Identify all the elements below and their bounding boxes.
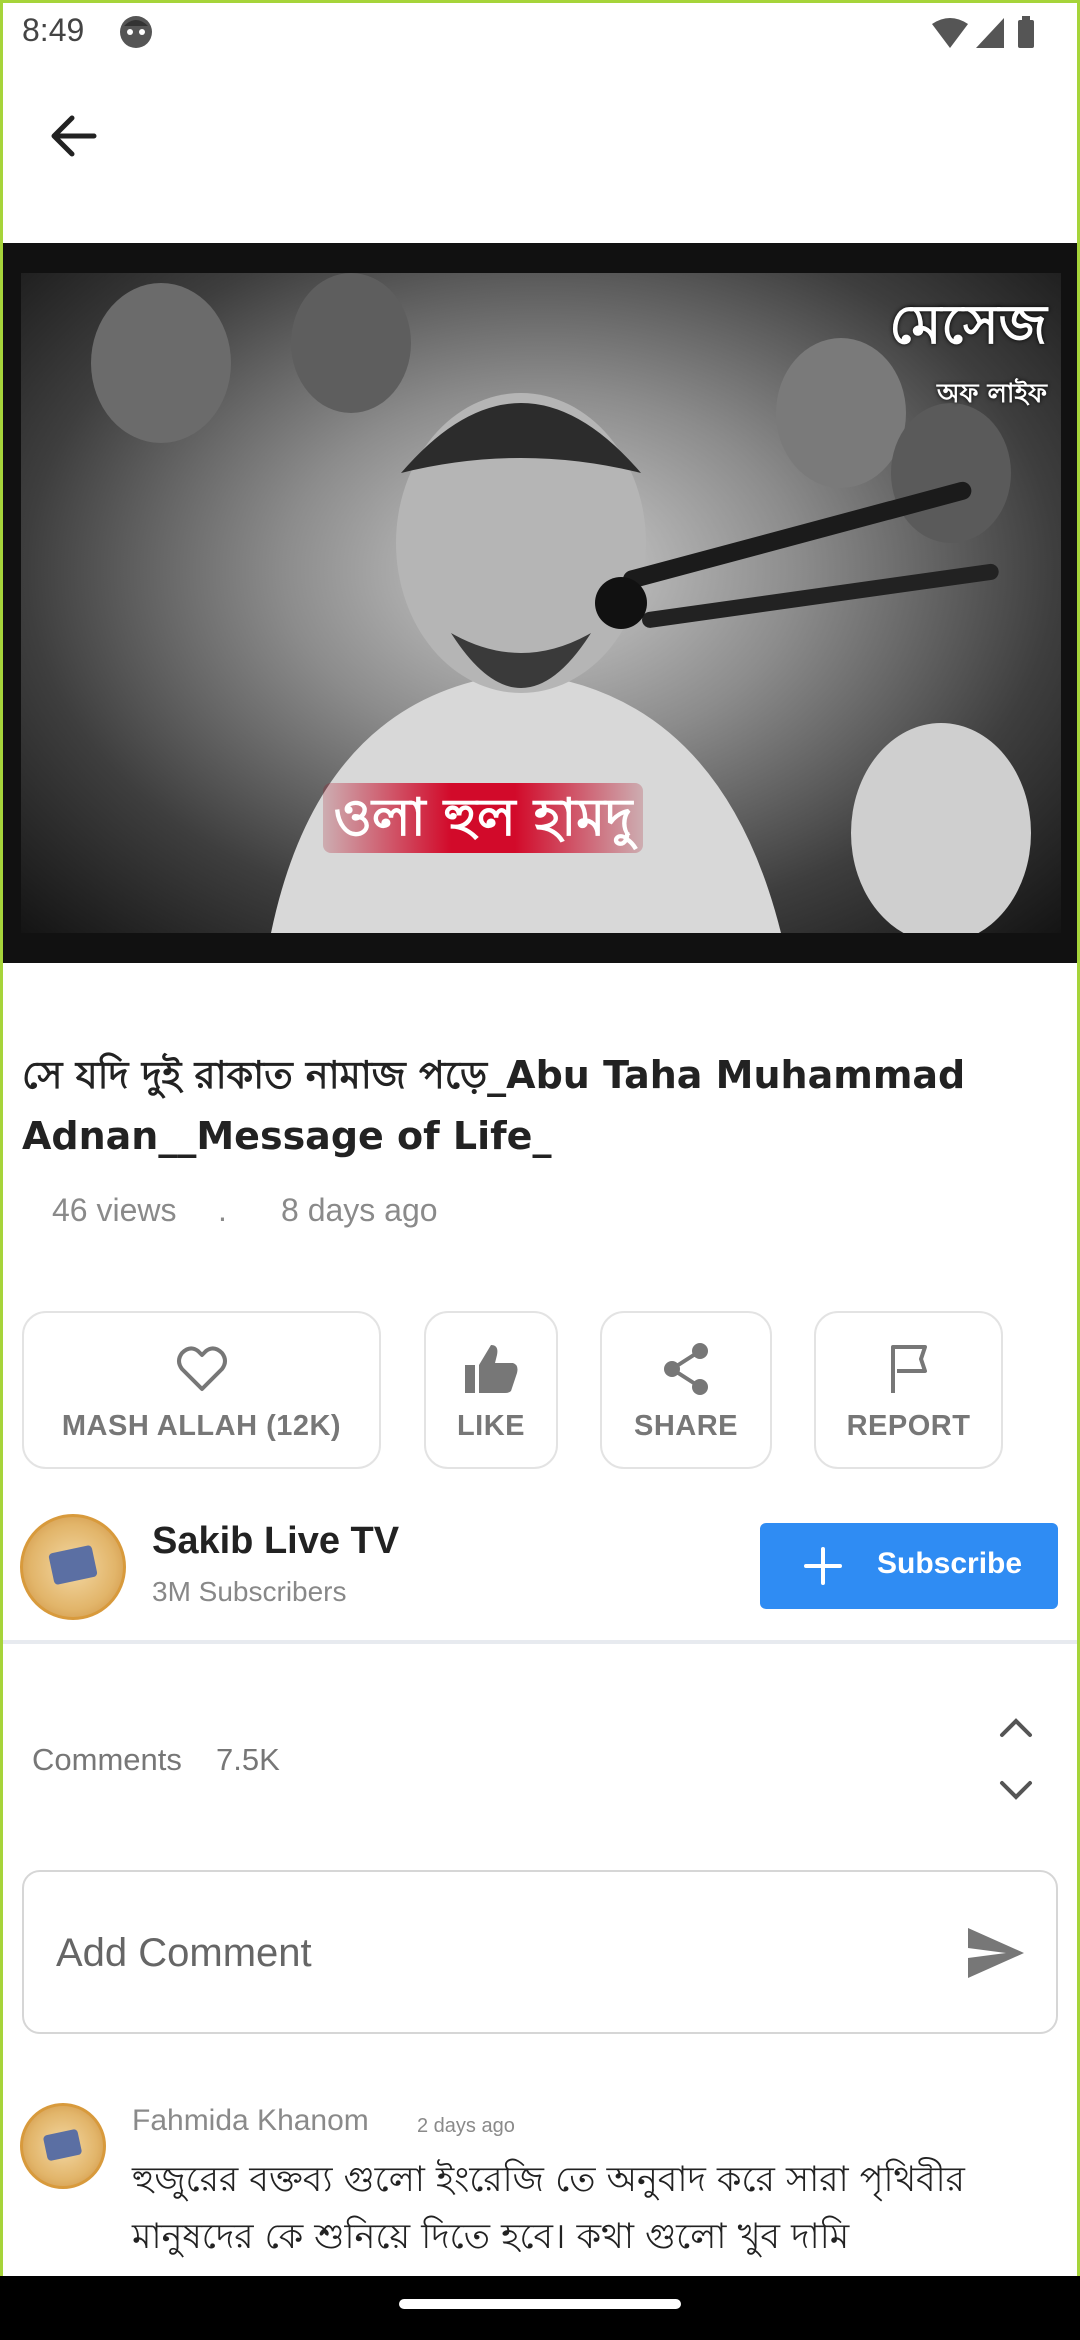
video-thumbnail[interactable]: মেসেজ অফ লাইফ ওলা হুল হামদু — [3, 243, 1077, 963]
status-bar: 8:49 — [0, 0, 1080, 64]
battery-icon — [1018, 16, 1034, 48]
signal-icon — [976, 18, 1004, 48]
comment-input[interactable] — [54, 1912, 938, 1994]
status-time: 8:49 — [22, 12, 85, 48]
report-button[interactable]: REPORT — [814, 1311, 1003, 1469]
comment-author-avatar[interactable] — [20, 2103, 106, 2189]
share-button[interactable]: SHARE — [600, 1311, 772, 1469]
thumbnail-banner: ওলা হুল হামদু — [323, 783, 643, 853]
flag-icon — [890, 1345, 927, 1393]
upload-age: 8 days ago — [281, 1192, 438, 1228]
share-label: SHARE — [633, 1410, 738, 1442]
section-divider — [3, 1640, 1077, 1644]
plus-icon — [804, 1547, 842, 1585]
comment-text: হুজুরের বক্তব্য গুলো ইংরেজি তে অনুবাদ কর… — [132, 2160, 965, 2257]
back-button[interactable] — [42, 104, 106, 168]
thumbs-up-icon — [465, 1345, 518, 1393]
chevron-up-icon[interactable] — [996, 1713, 1036, 1743]
home-gesture-handle[interactable] — [399, 2299, 681, 2309]
face-notification-icon — [118, 14, 154, 55]
video-title: সে যদি দুই রাকাত নামাজ পড়ে_Abu Taha Muh… — [22, 1053, 966, 1158]
like-button[interactable]: LIKE — [424, 1311, 558, 1469]
channel-subscribers: 3M Subscribers — [152, 1576, 347, 1607]
share-icon — [664, 1343, 708, 1395]
like-label: LIKE — [456, 1410, 526, 1442]
report-label: REPORT — [846, 1410, 971, 1442]
chevron-down-icon[interactable] — [996, 1775, 1036, 1805]
comments-label: Comments — [32, 1742, 182, 1777]
thumbnail-logo-text: মেসেজ অফ লাইফ — [889, 293, 1047, 409]
comment-author[interactable]: Fahmida Khanom — [132, 2104, 369, 2138]
comment-box — [22, 1870, 1058, 2034]
channel-avatar[interactable] — [20, 1514, 126, 1620]
subscribe-label: Subscribe — [877, 1547, 1023, 1580]
view-count: 46 views — [52, 1192, 177, 1228]
channel-name[interactable]: Sakib Live TV — [152, 1520, 399, 1563]
subscribe-button[interactable]: Subscribe — [760, 1523, 1058, 1609]
comment-time: 2 days ago — [417, 2115, 515, 2137]
mash-allah-label: MASH ALLAH (12K) — [61, 1410, 342, 1442]
mash-allah-button[interactable]: MASH ALLAH (12K) — [22, 1311, 381, 1469]
wifi-icon — [932, 18, 968, 48]
send-icon — [968, 1928, 1024, 1978]
send-button[interactable] — [966, 1926, 1026, 1985]
comments-count: 7.5K — [216, 1742, 280, 1777]
system-icons — [930, 16, 1040, 55]
heart-outline-icon — [176, 1346, 227, 1391]
arrow-back-icon — [51, 115, 97, 157]
meta-separator: . — [218, 1192, 227, 1228]
